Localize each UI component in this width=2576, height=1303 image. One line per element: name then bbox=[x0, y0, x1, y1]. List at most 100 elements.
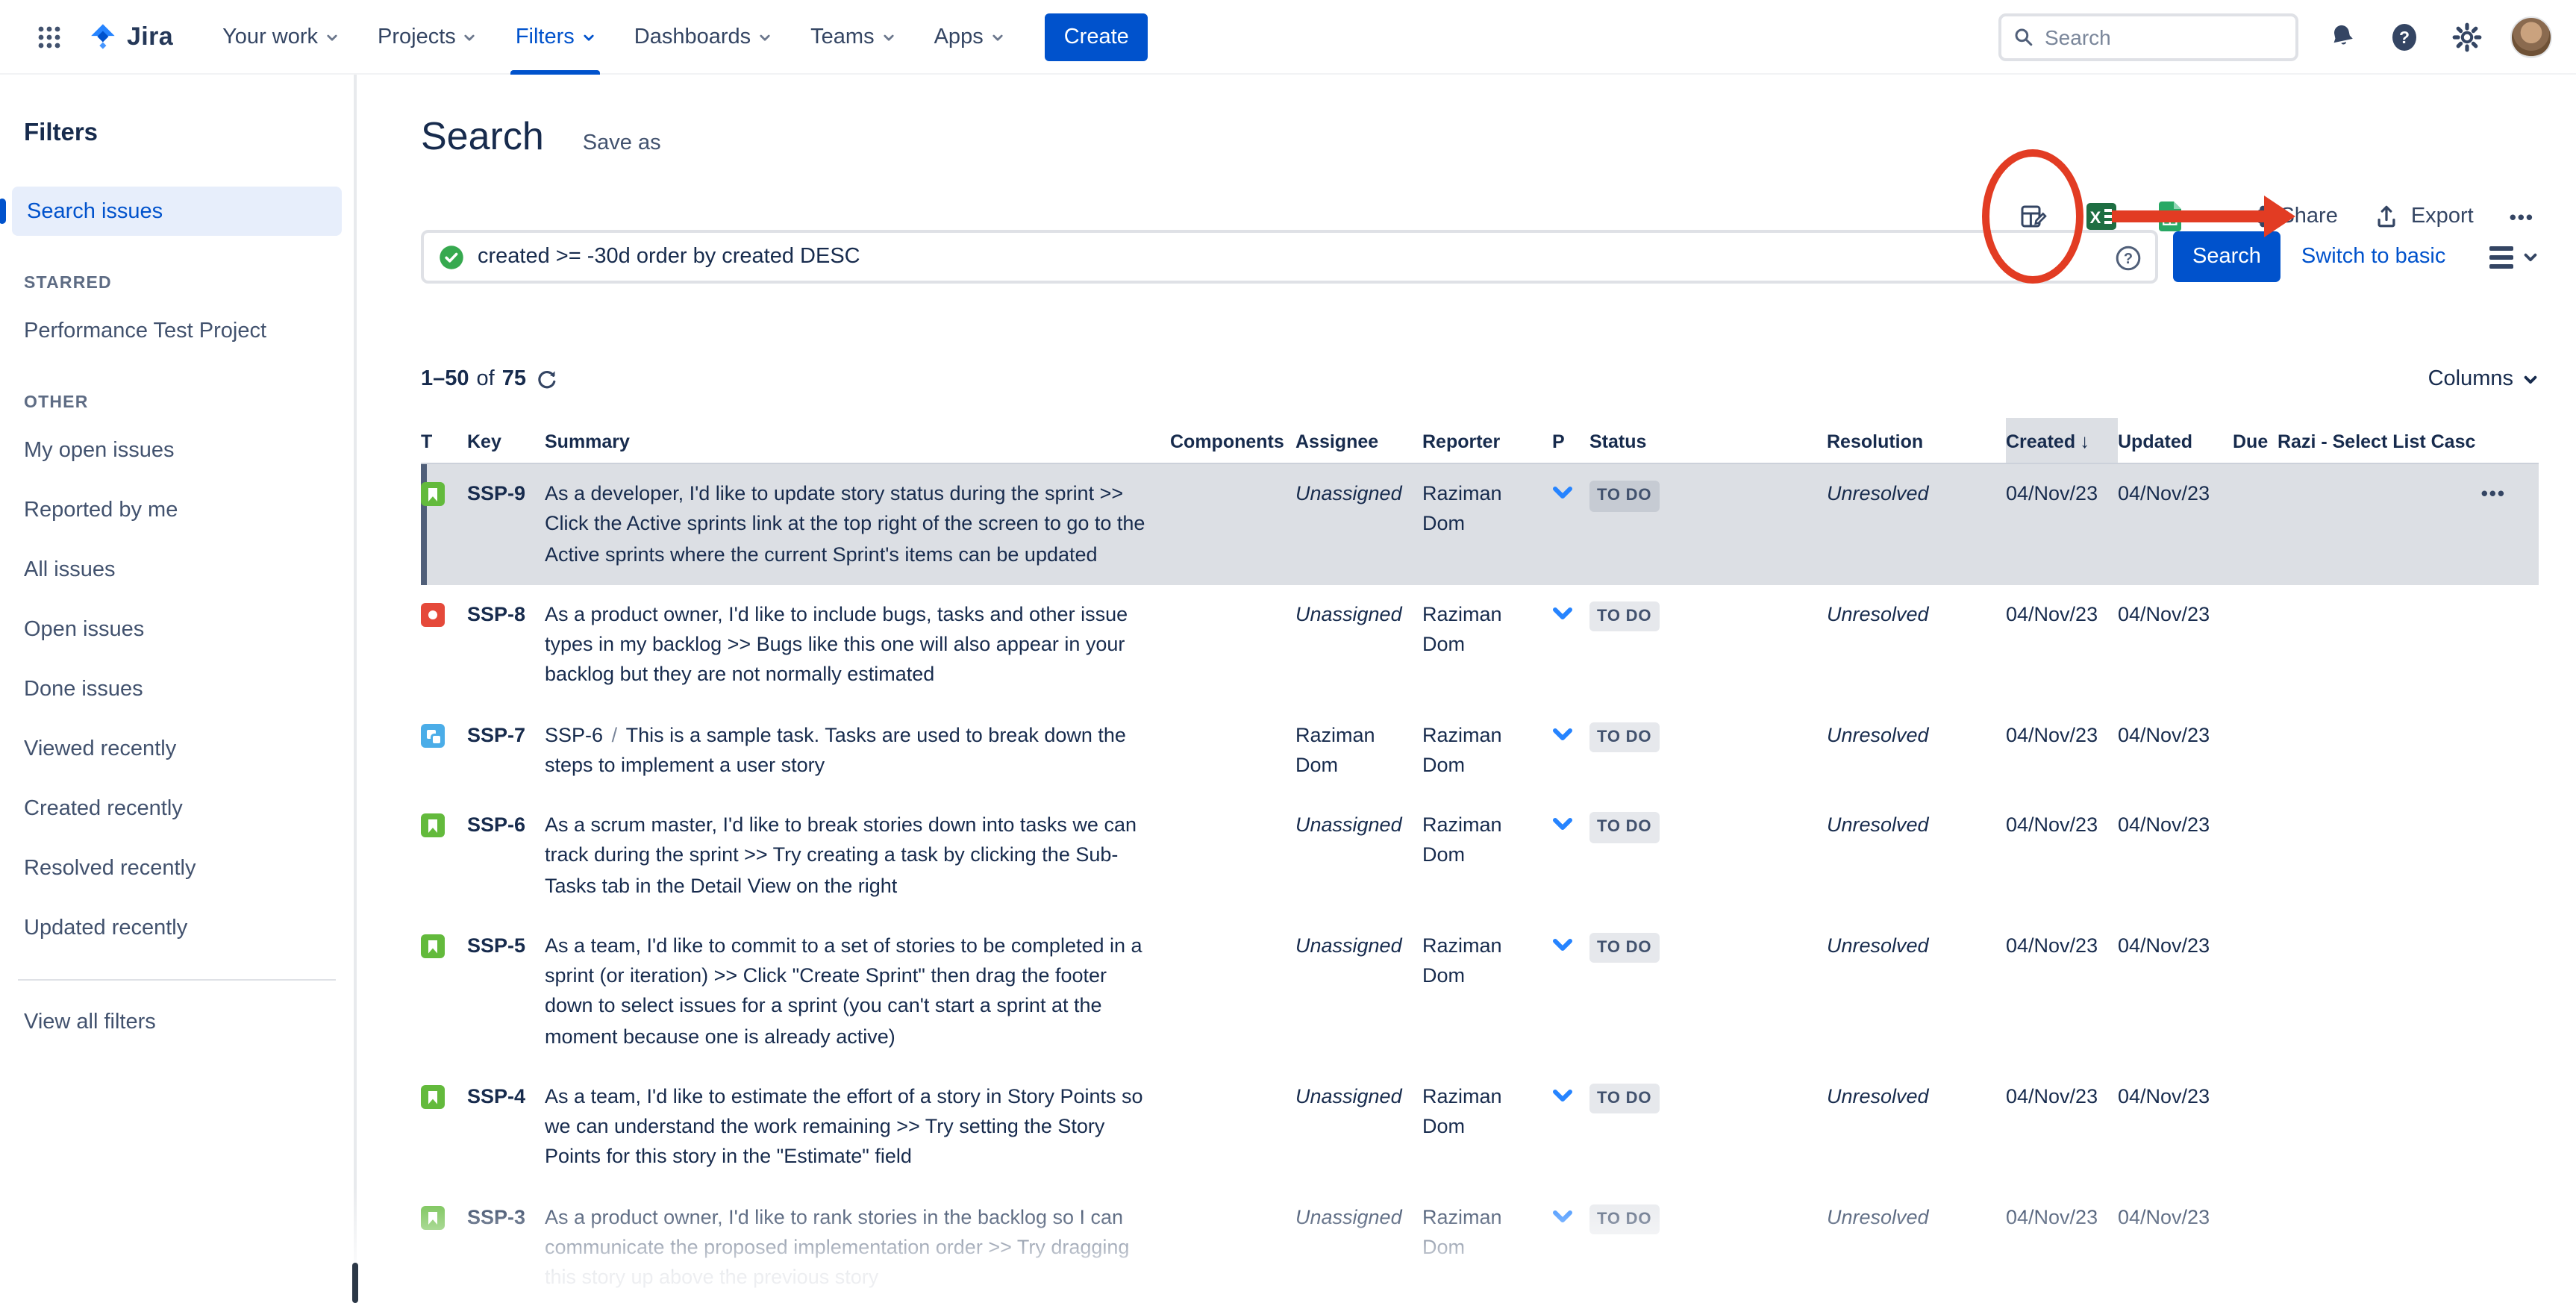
sidebar-item-performance-test-project[interactable]: Performance Test Project bbox=[24, 301, 330, 361]
column-header-resolution[interactable]: Resolution bbox=[1827, 418, 2006, 463]
sidebar-item-viewed-recently[interactable]: Viewed recently bbox=[24, 719, 330, 779]
jql-help-icon[interactable]: ? bbox=[2115, 245, 2142, 279]
status-badge: TO DO bbox=[1589, 481, 1659, 511]
table-row[interactable]: SSP-8 As a product owner, I'd like to in… bbox=[421, 585, 2539, 706]
search-icon bbox=[2013, 26, 2034, 47]
column-header-assignee[interactable]: Assignee bbox=[1295, 418, 1422, 463]
bulk-edit-icon bbox=[2017, 201, 2047, 231]
sidebar-item-resolved-recently[interactable]: Resolved recently bbox=[24, 839, 330, 899]
columns-dropdown[interactable]: Columns bbox=[2428, 367, 2539, 391]
nav-item-dashboards[interactable]: Dashboards bbox=[615, 0, 791, 74]
issue-key[interactable]: SSP-4 bbox=[467, 1067, 545, 1188]
nav-item-your-work[interactable]: Your work bbox=[203, 0, 358, 74]
chevron-down-icon bbox=[758, 31, 772, 45]
sidebar-item-view-all-filters[interactable]: View all filters bbox=[24, 993, 330, 1052]
issue-key[interactable]: SSP-3 bbox=[467, 1187, 545, 1303]
issue-reporter: Raziman Dom bbox=[1422, 796, 1552, 916]
issue-summary[interactable]: SSP-6 / This is a sample task. Tasks are… bbox=[545, 705, 1170, 796]
settings-gear-icon[interactable] bbox=[2448, 17, 2486, 56]
column-header-razi-select-list-casc[interactable]: Razi - Select List Casc bbox=[2278, 418, 2539, 463]
issue-components bbox=[1170, 463, 1295, 585]
column-header-reporter[interactable]: Reporter bbox=[1422, 418, 1552, 463]
sidebar-scrollbar[interactable] bbox=[352, 1263, 358, 1303]
nav-right: ? bbox=[1998, 13, 2552, 60]
column-header-components[interactable]: Components bbox=[1170, 418, 1295, 463]
issue-key[interactable]: SSP-5 bbox=[467, 916, 545, 1067]
issue-summary[interactable]: As a scrum master, I'd like to break sto… bbox=[545, 796, 1170, 916]
column-header-t[interactable]: T bbox=[421, 418, 467, 463]
issue-summary[interactable]: As a product owner, I'd like to rank sto… bbox=[545, 1187, 1170, 1303]
issue-razi-field: ••• bbox=[2278, 705, 2539, 796]
save-as-button[interactable]: Save as bbox=[583, 131, 661, 155]
table-row[interactable]: SSP-7 SSP-6 / This is a sample task. Tas… bbox=[421, 705, 2539, 796]
jql-query-text[interactable]: created >= -30d order by created DESC bbox=[478, 245, 860, 269]
switch-to-basic-link[interactable]: Switch to basic bbox=[2301, 245, 2445, 269]
global-search-box[interactable] bbox=[1998, 13, 2298, 60]
table-row[interactable]: SSP-4 As a team, I'd like to estimate th… bbox=[421, 1067, 2539, 1188]
more-actions-button[interactable]: ••• bbox=[2510, 205, 2534, 228]
issue-key[interactable]: SSP-8 bbox=[467, 585, 545, 706]
nav-item-apps[interactable]: Apps bbox=[915, 0, 1024, 74]
sidebar-item-created-recently[interactable]: Created recently bbox=[24, 779, 330, 839]
status-badge: TO DO bbox=[1589, 1084, 1659, 1114]
issue-summary[interactable]: As a developer, I'd like to update story… bbox=[545, 463, 1170, 585]
issue-summary[interactable]: As a team, I'd like to estimate the effo… bbox=[545, 1067, 1170, 1188]
sidebar-item-reported-by-me[interactable]: Reported by me bbox=[24, 481, 330, 540]
table-row[interactable]: SSP-5 As a team, I'd like to commit to a… bbox=[421, 916, 2539, 1067]
help-icon[interactable]: ? bbox=[2385, 17, 2424, 56]
priority-lowest-icon bbox=[1552, 816, 1573, 833]
issue-updated: 04/Nov/23 bbox=[2118, 916, 2233, 1067]
search-options-menu[interactable] bbox=[2489, 246, 2539, 268]
column-header-status[interactable]: Status bbox=[1589, 418, 1827, 463]
jira-logo[interactable]: Jira bbox=[87, 21, 173, 52]
export-excel-button[interactable]: X bbox=[2084, 200, 2117, 233]
jql-input[interactable]: created >= -30d order by created DESC ? bbox=[421, 230, 2158, 284]
status-badge: TO DO bbox=[1589, 812, 1659, 843]
export-button[interactable]: Export bbox=[2374, 203, 2474, 230]
share-button[interactable]: Share bbox=[2242, 203, 2337, 230]
issue-table: TKeySummaryComponentsAssigneeReporterPSt… bbox=[421, 418, 2576, 1303]
column-header-updated[interactable]: Updated bbox=[2118, 418, 2233, 463]
column-header-key[interactable]: Key bbox=[467, 418, 545, 463]
app-switcher-icon[interactable] bbox=[24, 11, 75, 62]
global-search-input[interactable] bbox=[2045, 25, 2254, 49]
issue-summary[interactable]: As a team, I'd like to commit to a set o… bbox=[545, 916, 1170, 1067]
issue-created: 04/Nov/23 bbox=[2006, 705, 2118, 796]
google-sheets-icon bbox=[2156, 201, 2183, 231]
refresh-button[interactable] bbox=[535, 368, 557, 390]
svg-text:X: X bbox=[2089, 208, 2101, 227]
sidebar-item-open-issues[interactable]: Open issues bbox=[24, 600, 330, 660]
main-content: Search Save as X bbox=[360, 75, 2576, 1303]
issue-updated: 04/Nov/23 bbox=[2118, 705, 2233, 796]
issue-resolution: Unresolved bbox=[1827, 1067, 2006, 1188]
bulk-edit-button[interactable] bbox=[2016, 200, 2048, 233]
table-row[interactable]: SSP-9 As a developer, I'd like to update… bbox=[421, 463, 2539, 585]
notifications-bell-icon[interactable] bbox=[2322, 17, 2361, 56]
user-avatar[interactable] bbox=[2510, 16, 2552, 57]
sidebar-item-updated-recently[interactable]: Updated recently bbox=[24, 899, 330, 958]
sidebar-item-all-issues[interactable]: All issues bbox=[24, 540, 330, 600]
column-header-due[interactable]: Due bbox=[2233, 418, 2278, 463]
export-google-sheets-button[interactable] bbox=[2153, 200, 2186, 233]
issue-key[interactable]: SSP-6 bbox=[467, 796, 545, 916]
table-row[interactable]: SSP-6 As a scrum master, I'd like to bre… bbox=[421, 796, 2539, 916]
column-header-p[interactable]: P bbox=[1552, 418, 1589, 463]
jql-search-button[interactable]: Search bbox=[2173, 231, 2280, 282]
sidebar-item-done-issues[interactable]: Done issues bbox=[24, 660, 330, 719]
create-button[interactable]: Create bbox=[1045, 13, 1148, 60]
nav-item-teams[interactable]: Teams bbox=[791, 0, 914, 74]
parent-issue-link[interactable]: SSP-6 bbox=[545, 723, 603, 746]
row-actions-menu[interactable]: ••• bbox=[2481, 479, 2527, 508]
nav-item-projects[interactable]: Projects bbox=[358, 0, 496, 74]
table-row[interactable]: SSP-3 As a product owner, I'd like to ra… bbox=[421, 1187, 2539, 1303]
issue-key[interactable]: SSP-9 bbox=[467, 463, 545, 585]
issue-key[interactable]: SSP-7 bbox=[467, 705, 545, 796]
issue-summary[interactable]: As a product owner, I'd like to include … bbox=[545, 585, 1170, 706]
sidebar-item-my-open-issues[interactable]: My open issues bbox=[24, 421, 330, 481]
issue-assignee: Unassigned bbox=[1295, 796, 1422, 916]
nav-item-filters[interactable]: Filters bbox=[496, 0, 615, 74]
sidebar-item-search-issues[interactable]: Search issues bbox=[12, 187, 342, 236]
column-header-summary[interactable]: Summary bbox=[545, 418, 1170, 463]
story-issue-type-icon bbox=[421, 934, 445, 958]
column-header-created[interactable]: Created↓ bbox=[2006, 418, 2118, 463]
